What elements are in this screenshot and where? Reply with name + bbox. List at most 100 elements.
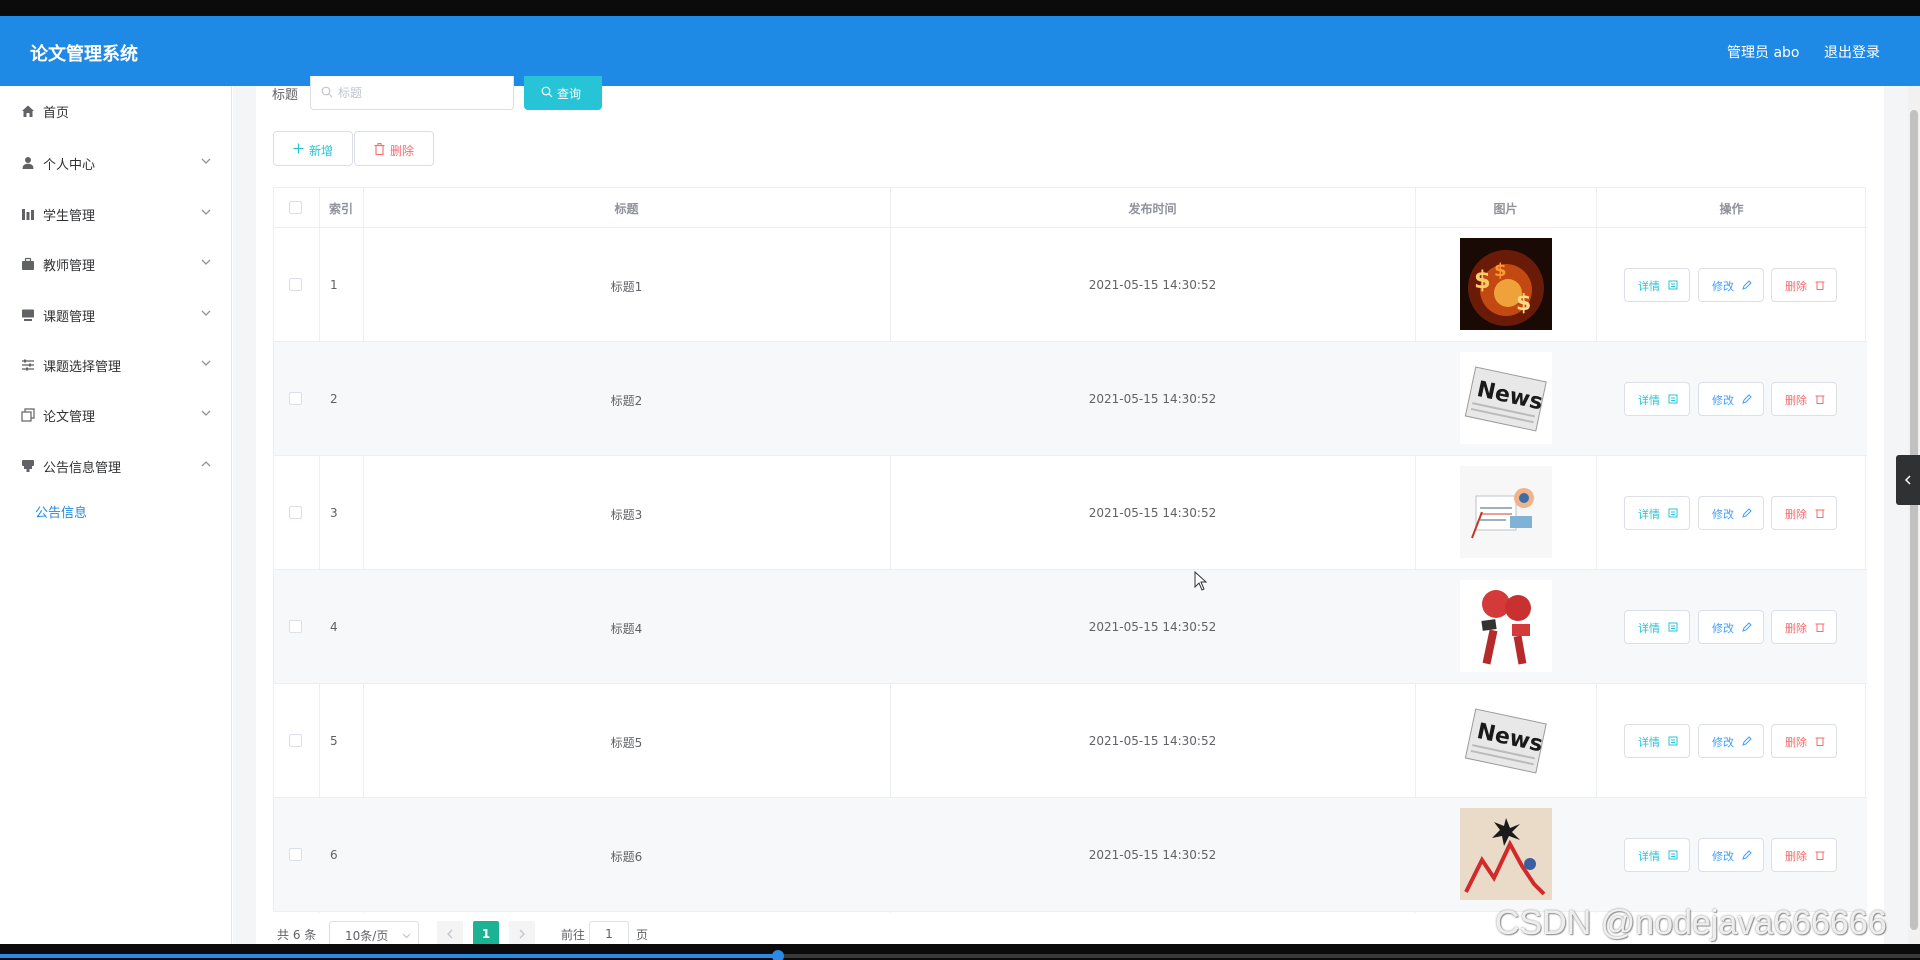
delete-button[interactable]: 删除 [1771,838,1837,872]
detail-label: 详情 [1638,394,1660,407]
monitor-icon [22,309,34,321]
detail-label: 详情 [1638,622,1660,635]
market-crash-thumbnail[interactable] [1460,808,1552,900]
header-operations: 操作 [1719,202,1744,216]
newspaper-thumbnail[interactable]: News [1460,352,1552,444]
current-user: 管理员 abo [1727,45,1800,61]
delete-button[interactable]: 删除 [1771,496,1837,530]
page-scrollbar-thumb[interactable] [1910,110,1918,930]
search-input[interactable]: 标题 [310,76,514,110]
side-panel-toggle[interactable] [1896,455,1920,505]
trash-icon [1815,737,1825,746]
sidebar-item-label: 个人中心 [43,158,96,173]
table-row: 3 标题3 2021-05-15 14:30:52 详情 修改 删除 [274,456,1867,570]
edit-button[interactable]: 修改 [1698,496,1764,530]
delete-button[interactable]: 删除 [1771,610,1837,644]
sidebar-item-topics[interactable]: 课题管理 [0,295,232,335]
pencil-icon [1742,280,1752,290]
svg-text:$: $ [1494,260,1507,281]
sidebar: 首页 个人中心 学生管理 教师管理 课题管理 课题选择管理 论文管理 公告信息管… [0,86,232,944]
detail-button[interactable]: 详情 [1624,838,1690,872]
row-title: 标题6 [610,850,643,864]
pencil-icon [1742,736,1752,746]
row-published: 2021-05-15 14:30:52 [1088,278,1217,292]
row-index: 2 [330,392,338,406]
row-published: 2021-05-15 14:30:52 [1088,506,1217,520]
edit-button[interactable]: 修改 [1698,838,1764,872]
batch-delete-button[interactable]: 删除 [354,131,434,166]
watermark: CSDN @nodejava666666 [1495,904,1887,942]
document-icon [1668,508,1678,518]
sidebar-item-papers[interactable]: 论文管理 [0,395,232,435]
row-checkbox[interactable] [289,506,302,519]
sidebar-item-teachers[interactable]: 教师管理 [0,244,232,284]
trash-icon [374,143,385,155]
edit-button[interactable]: 修改 [1698,382,1764,416]
delete-label: 删除 [1785,622,1807,635]
sidebar-item-topic-selection[interactable]: 课题选择管理 [0,345,232,385]
home-icon [22,105,34,117]
sidebar-subitem-announcement-info[interactable]: 公告信息 [0,491,232,531]
edit-button[interactable]: 修改 [1698,610,1764,644]
sidebar-item-label: 论文管理 [43,410,96,425]
edit-label: 修改 [1712,850,1734,863]
sidebar-item-label: 教师管理 [43,259,96,274]
sidebar-item-students[interactable]: 学生管理 [0,194,232,234]
live-microphones-thumbnail[interactable] [1460,580,1552,672]
row-checkbox[interactable] [289,278,302,291]
query-button[interactable]: 查询 [524,76,602,110]
news-illustration-thumbnail[interactable] [1460,466,1552,558]
header-title: 标题 [614,202,639,216]
document-icon [1668,280,1678,290]
mouse-cursor-icon [1194,571,1208,591]
detail-button[interactable]: 详情 [1624,496,1690,530]
edit-button[interactable]: 修改 [1698,724,1764,758]
document-icon [1668,850,1678,860]
detail-label: 详情 [1638,280,1660,293]
edit-label: 修改 [1712,736,1734,749]
row-checkbox[interactable] [289,734,302,747]
row-title: 标题2 [610,394,643,408]
trash-icon [1815,395,1825,404]
pagination-total: 共 6 条 [277,928,317,942]
header-image: 图片 [1493,202,1518,216]
delete-button[interactable]: 删除 [1771,268,1837,302]
sidebar-item-announcements[interactable]: 公告信息管理 [0,446,232,486]
detail-label: 详情 [1638,736,1660,749]
row-checkbox[interactable] [289,392,302,405]
notice-icon [22,460,34,472]
sidebar-item-label: 首页 [43,106,70,121]
detail-button[interactable]: 详情 [1624,382,1690,416]
video-letterbox-top [0,0,1920,16]
sidebar-item-personal-center[interactable]: 个人中心 [0,143,232,183]
video-progress-knob[interactable] [772,950,784,960]
sidebar-item-home[interactable]: 首页 [0,91,232,131]
table-row: 6 标题6 2021-05-15 14:30:52 详情 修改 删除 [274,798,1867,912]
detail-button[interactable]: 详情 [1624,610,1690,644]
add-button-label: 新增 [309,144,334,158]
newspaper-thumbnail[interactable]: News [1460,694,1552,786]
row-checkbox[interactable] [289,848,302,861]
logout-link[interactable]: 退出登录 [1824,42,1880,62]
select-all-checkbox[interactable] [289,201,302,214]
row-title: 标题4 [610,622,643,636]
sidebar-item-label: 课题管理 [43,310,96,325]
detail-button[interactable]: 详情 [1624,724,1690,758]
row-index: 5 [330,734,338,748]
sidebar-item-label: 公告信息管理 [43,461,122,476]
sidebar-item-label: 课题选择管理 [43,360,122,375]
delete-button[interactable]: 删除 [1771,724,1837,758]
detail-button[interactable]: 详情 [1624,268,1690,302]
fire-money-thumbnail[interactable]: $ $ $ [1460,238,1552,330]
chevron-down-icon [201,310,211,316]
delete-label: 删除 [1785,736,1807,749]
edit-button[interactable]: 修改 [1698,268,1764,302]
video-progress-fill [0,954,778,958]
delete-button[interactable]: 删除 [1771,382,1837,416]
add-button[interactable]: 新增 [273,131,353,166]
row-checkbox[interactable] [289,620,302,633]
batch-delete-button-label: 删除 [390,144,415,158]
trash-icon [1815,509,1825,518]
top-header: 论文管理系统 管理员 abo 退出登录 [0,16,1920,86]
chevron-down-icon [402,933,411,939]
